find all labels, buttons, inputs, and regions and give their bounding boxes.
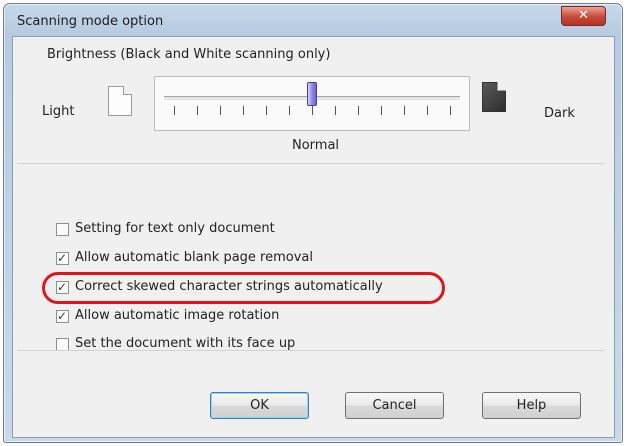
slider-tick [450, 106, 451, 115]
brightness-slider-thumb[interactable] [307, 82, 317, 106]
cancel-button[interactable]: Cancel [345, 392, 444, 419]
slider-tick [289, 106, 290, 115]
slider-tick [358, 106, 359, 115]
slider-tick [266, 106, 267, 115]
slider-tick [197, 106, 198, 115]
slider-tick [174, 106, 175, 115]
check-icon: ✓ [57, 251, 68, 265]
option-label: Allow automatic blank page removal [75, 250, 313, 265]
slider-tick [220, 106, 221, 115]
dialog-title: Scanning mode option [17, 14, 164, 29]
ok-button[interactable]: OK [210, 392, 309, 419]
highlight-ellipse [42, 272, 445, 304]
checkbox[interactable]: ✓ [56, 251, 69, 265]
close-button[interactable]: ✕ [561, 6, 606, 26]
option-label: Setting for text only document [75, 221, 275, 236]
dark-label: Dark [544, 106, 575, 121]
option-label: Set the document with its face up [75, 336, 296, 351]
slider-tick [404, 106, 405, 115]
light-label: Light [42, 104, 75, 119]
option-label: Allow automatic image rotation [75, 308, 280, 323]
slider-tick [427, 106, 428, 115]
checkbox[interactable] [56, 223, 69, 236]
help-button[interactable]: Help [482, 392, 581, 419]
check-icon: ✓ [57, 309, 68, 323]
slider-tick [335, 106, 336, 115]
button-separator [17, 350, 605, 351]
brightness-label: Brightness (Black and White scanning onl… [47, 47, 331, 62]
separator [17, 163, 605, 164]
normal-label: Normal [292, 138, 340, 153]
close-icon: ✕ [578, 8, 589, 23]
dialog-window: Scanning mode option ✕ Brightness (Black… [3, 3, 623, 443]
slider-tick [312, 106, 313, 115]
dark-page-icon [482, 82, 506, 112]
blank-page-icon [108, 86, 132, 116]
slider-tick [243, 106, 244, 115]
slider-tick [381, 106, 382, 115]
checkbox[interactable]: ✓ [56, 309, 69, 323]
